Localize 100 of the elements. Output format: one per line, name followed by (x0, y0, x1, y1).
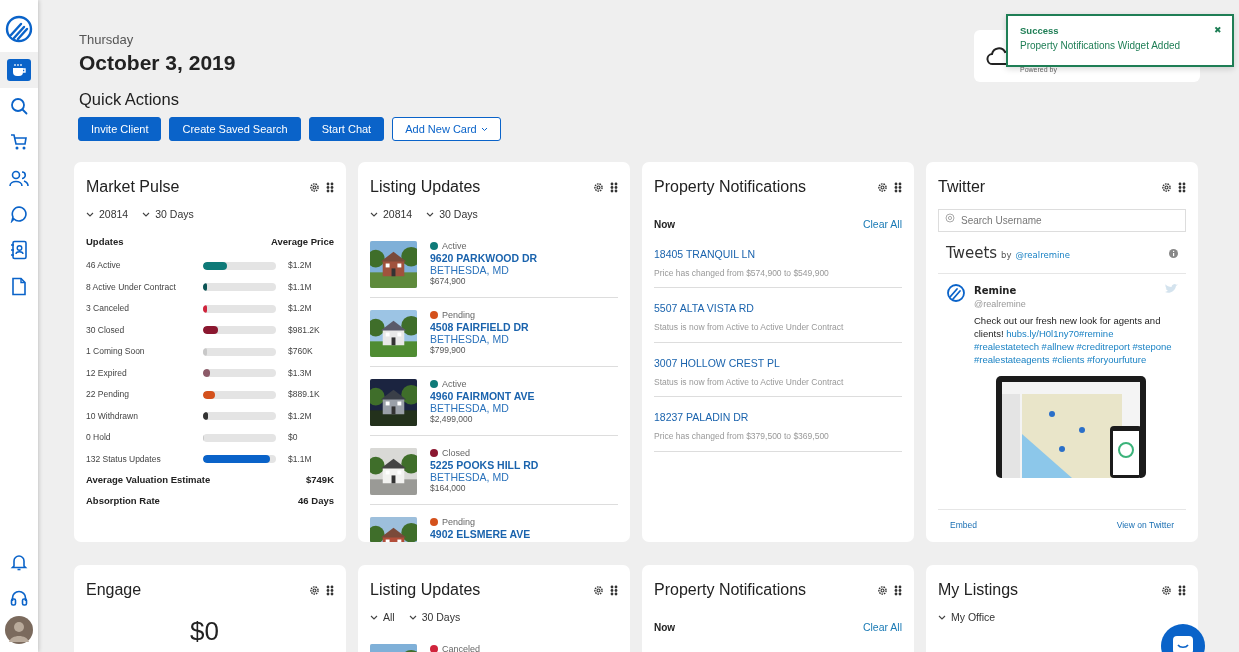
by-label: by (1001, 249, 1012, 262)
city-label: BETHESDA, MD (430, 401, 510, 414)
hashtag-link[interactable]: #stepone (1132, 341, 1172, 352)
drag-handle-icon[interactable] (894, 584, 902, 596)
filter-dropdown[interactable]: My Office (938, 610, 996, 626)
filter-dropdown[interactable]: 20814 (370, 207, 413, 223)
info-icon (1169, 248, 1178, 258)
drag-handle-icon[interactable] (610, 584, 618, 596)
settings-icon[interactable] (1161, 584, 1172, 596)
status-label: Pending (442, 309, 476, 321)
hashtag-link[interactable]: #realestateagents (974, 354, 1050, 365)
cart-icon[interactable] (10, 133, 28, 151)
drag-handle-icon[interactable] (326, 584, 334, 596)
status-label: 12 Expired (86, 366, 128, 380)
address-link[interactable]: 5225 POOKS HILL RD (430, 458, 539, 471)
headset-icon[interactable] (10, 589, 28, 607)
handle-link[interactable]: @realremine (1015, 249, 1070, 262)
notification-detail: Status is now from Active to Active Under Contract (654, 321, 845, 334)
chevron-down-icon (86, 212, 94, 218)
address-link[interactable]: 4960 FAIRMONT AVE (430, 389, 535, 402)
contact-book-icon[interactable] (10, 240, 28, 260)
chevron-down-icon (142, 212, 151, 218)
address-link[interactable]: 5507 ALTA VISTA RD (654, 301, 754, 317)
drag-handle-icon[interactable] (1178, 181, 1186, 193)
status-label: 30 Closed (86, 323, 126, 337)
price-value: $1.1M (288, 452, 313, 466)
filter-dropdown[interactable]: All (370, 610, 395, 626)
status-label: Active (442, 378, 467, 390)
hashtag-link[interactable]: #realestatetech (974, 341, 1039, 352)
hashtag-link[interactable]: #creditreport (1076, 341, 1130, 352)
footer-link[interactable]: Embed (950, 519, 977, 532)
hashtag-link[interactable]: #clients (1052, 354, 1085, 365)
add-card-dropdown[interactable]: Add New Card (392, 117, 501, 142)
address-link[interactable]: 4508 FAIRFIELD DR (430, 320, 529, 333)
toast-message: Property Notifications Widget Added (1020, 39, 1182, 54)
card-title: Property Notifications (654, 580, 807, 600)
action-button[interactable]: Create Saved Search (169, 117, 301, 142)
coffee-cup-icon[interactable] (11, 63, 27, 77)
filter-dropdown[interactable]: 20814 (86, 207, 129, 223)
close-button[interactable]: ✖ (1214, 24, 1222, 38)
logo-icon[interactable] (5, 15, 33, 43)
drag-handle-icon[interactable] (1178, 584, 1186, 596)
settings-icon[interactable] (309, 584, 320, 596)
action-button[interactable]: Invite Client (78, 117, 162, 142)
settings-icon[interactable] (1161, 181, 1172, 193)
status-label: 3 Canceled (86, 302, 130, 316)
chevron-down-icon (408, 615, 417, 621)
toast-title: Success (1020, 24, 1060, 38)
people-icon[interactable] (9, 169, 29, 187)
timeline-title: Tweets (946, 243, 998, 264)
status-label: Closed (442, 447, 470, 459)
address-link[interactable]: 4902 ELSMERE AVE (430, 527, 531, 540)
status-label: 8 Active Under Contract (86, 280, 177, 294)
status-label: Pending (442, 516, 476, 528)
metric-label: Average Valuation Estimate (86, 473, 211, 488)
price-value: $0 (288, 431, 299, 445)
address-link[interactable]: 9620 PARKWOOD DR (430, 251, 538, 264)
address-link[interactable]: 18237 PALADIN DR (654, 410, 749, 426)
status-label: Active (442, 240, 467, 252)
drag-handle-icon[interactable] (326, 181, 334, 193)
search-field[interactable]: Search Username (938, 209, 1186, 232)
card-title: Twitter (938, 177, 986, 197)
price-label: $2,499,000 (430, 413, 473, 425)
settings-icon[interactable] (593, 584, 604, 596)
hashtag-link[interactable]: hubs.ly/H0l1ny70#remine (1006, 328, 1114, 339)
caret-icon (480, 126, 488, 132)
settings-icon[interactable] (593, 181, 604, 193)
chat-bubble-icon[interactable] (10, 205, 28, 223)
drag-handle-icon[interactable] (894, 181, 902, 193)
address-link[interactable]: 18405 TRANQUIL LN (654, 246, 755, 263)
document-icon[interactable] (11, 276, 27, 296)
settings-icon[interactable] (309, 181, 320, 193)
card-title: Listing Updates (370, 580, 481, 600)
metric-value: 46 Days (298, 494, 334, 509)
city-label: BETHESDA, MD (430, 470, 510, 483)
price-value: $1.2M (288, 259, 313, 273)
action-button[interactable]: Start Chat (308, 117, 385, 142)
drag-handle-icon[interactable] (610, 181, 618, 193)
avatar[interactable] (5, 616, 33, 644)
price-label: $674,900 (430, 275, 466, 287)
search-icon[interactable] (10, 97, 28, 115)
filter-dropdown[interactable]: 30 Days (426, 207, 478, 223)
card-title: Listing Updates (370, 177, 481, 197)
engage-value: $0 (190, 616, 220, 646)
address-link[interactable]: 3007 HOLLOW CREST PL (654, 355, 780, 372)
status-label: 10 Withdrawn (86, 409, 139, 423)
footer-link[interactable]: View on Twitter (1116, 519, 1174, 532)
tweet-text: Check out our fresh new look for agents and clients! hubs.ly/H0l1ny70#remine #realestatetech #allnew #creditreport #stepone #realestateagents #clients #foryourfuture (974, 314, 1173, 366)
bell-icon[interactable] (10, 553, 28, 571)
clear-all-link[interactable]: Clear All (862, 620, 902, 636)
clear-all-link[interactable]: Clear All (862, 217, 902, 233)
settings-icon[interactable] (877, 181, 888, 193)
city-label: BETHESDA, MD (430, 263, 510, 276)
hashtag-link[interactable]: #foryourfuture (1087, 354, 1147, 365)
hashtag-link[interactable]: #allnew (1041, 341, 1074, 352)
filter-dropdown[interactable]: 30 Days (142, 207, 194, 223)
filter-dropdown[interactable]: 30 Days (408, 610, 461, 626)
card-title: Property Notifications (654, 177, 807, 197)
card-title: Market Pulse (86, 177, 180, 197)
settings-icon[interactable] (877, 584, 888, 596)
